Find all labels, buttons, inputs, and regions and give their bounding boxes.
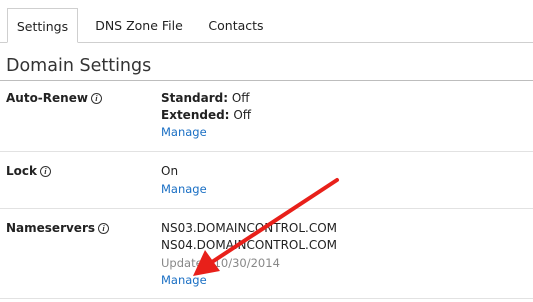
lock-value: On	[161, 164, 179, 178]
nameservers-label: Nameservers i	[6, 221, 110, 235]
info-icon[interactable]: i	[90, 92, 102, 104]
row-divider	[0, 208, 533, 209]
auto-renew-manage-link[interactable]: Manage	[161, 125, 207, 139]
standard-key: Standard:	[161, 91, 229, 105]
extended-value: Off	[233, 108, 252, 122]
tab-dns-zone-file[interactable]: DNS Zone File	[91, 8, 187, 43]
auto-renew-label: Auto-Renew i	[6, 91, 102, 105]
auto-renew-extended: Extended: Off	[161, 108, 251, 122]
tab-settings[interactable]: Settings	[7, 8, 78, 43]
row-divider	[0, 298, 533, 299]
tab-bar: Settings DNS Zone File Contacts	[0, 0, 533, 43]
nameserver-1: NS03.DOMAINCONTROL.COM	[161, 221, 338, 235]
row-divider	[0, 151, 533, 152]
lock-label: Lock i	[6, 164, 51, 178]
info-icon[interactable]: i	[98, 222, 110, 234]
lock-manage-link[interactable]: Manage	[161, 182, 207, 196]
info-icon[interactable]: i	[39, 165, 51, 177]
nameservers-label-text: Nameservers	[6, 221, 96, 235]
section-divider	[0, 80, 533, 81]
lock-label-text: Lock	[6, 164, 37, 178]
auto-renew-standard: Standard: Off	[161, 91, 250, 105]
nameservers-updated: Updated 10/30/2014	[161, 256, 280, 270]
section-title: Domain Settings	[6, 56, 152, 76]
tab-contacts[interactable]: Contacts	[202, 8, 270, 43]
nameserver-2: NS04.DOMAINCONTROL.COM	[161, 238, 338, 252]
standard-value: Off	[231, 91, 250, 105]
nameservers-manage-link[interactable]: Manage	[161, 273, 207, 287]
extended-key: Extended:	[161, 108, 230, 122]
auto-renew-label-text: Auto-Renew	[6, 91, 88, 105]
